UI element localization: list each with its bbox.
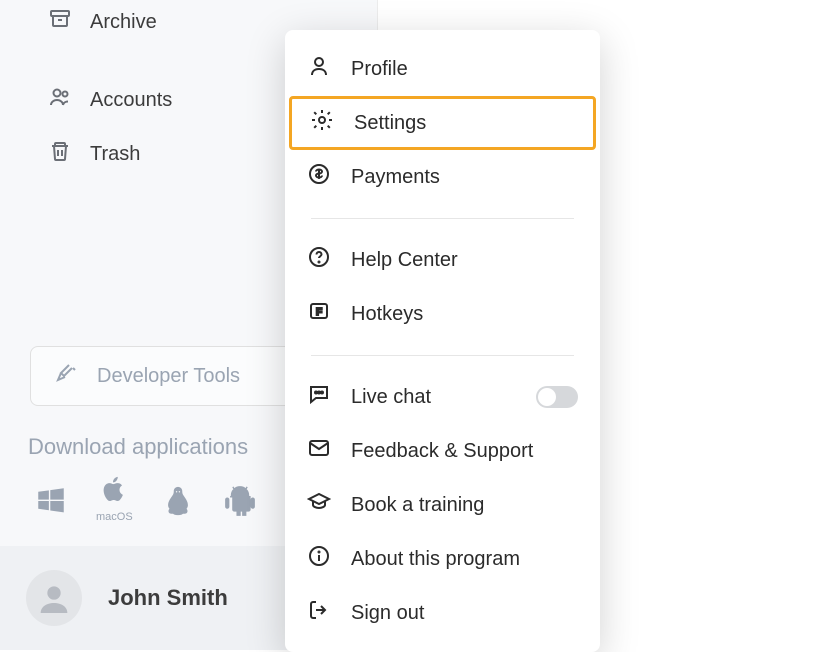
training-icon [307, 490, 331, 520]
chat-icon [307, 382, 331, 412]
user-name: John Smith [108, 585, 228, 611]
download-macos[interactable]: macOS [96, 474, 133, 523]
help-icon [307, 245, 331, 275]
menu-item-label: Live chat [351, 386, 431, 409]
profile-icon [307, 54, 331, 84]
menu-item-live-chat[interactable]: Live chat [285, 370, 600, 424]
menu-item-label: About this program [351, 548, 520, 571]
devtools-icon [55, 362, 79, 391]
menu-item-about[interactable]: About this program [285, 532, 600, 586]
download-windows[interactable] [34, 484, 68, 523]
developer-tools-label: Developer Tools [97, 365, 240, 388]
menu-separator [311, 218, 574, 219]
download-android[interactable] [223, 484, 257, 523]
menu-item-profile[interactable]: Profile [285, 42, 600, 96]
sign-out-icon [307, 598, 331, 628]
windows-icon [34, 484, 68, 523]
menu-item-label: Payments [351, 166, 440, 189]
menu-item-settings[interactable]: Settings [289, 96, 596, 150]
linux-icon [161, 484, 195, 523]
download-heading: Download applications [28, 434, 248, 460]
info-icon [307, 544, 331, 574]
sidebar-item-label: Accounts [90, 89, 172, 112]
menu-item-label: Book a training [351, 494, 484, 517]
download-platforms: macOS i [34, 474, 290, 523]
menu-item-feedback[interactable]: Feedback & Support [285, 424, 600, 478]
settings-icon [310, 108, 334, 138]
menu-separator [311, 355, 574, 356]
sidebar-item-label: Trash [90, 143, 140, 166]
platform-label: macOS [96, 511, 133, 523]
trash-icon [48, 139, 72, 169]
payments-icon [307, 162, 331, 192]
archive-icon [48, 7, 72, 37]
feedback-icon [307, 436, 331, 466]
menu-item-help-center[interactable]: Help Center [285, 233, 600, 287]
hotkeys-icon: F [307, 299, 331, 329]
avatar [26, 570, 82, 626]
menu-item-book-training[interactable]: Book a training [285, 478, 600, 532]
menu-item-hotkeys[interactable]: F Hotkeys [285, 287, 600, 341]
menu-item-label: Hotkeys [351, 303, 423, 326]
menu-item-label: Settings [354, 112, 426, 135]
menu-item-label: Help Center [351, 249, 458, 272]
menu-item-sign-out[interactable]: Sign out [285, 586, 600, 640]
accounts-icon [48, 85, 72, 115]
apple-icon [99, 474, 129, 509]
menu-item-label: Sign out [351, 602, 424, 625]
user-menu: Profile Settings Payments Help Center F … [285, 30, 600, 652]
live-chat-toggle[interactable] [536, 386, 578, 408]
svg-text:F: F [316, 307, 322, 318]
menu-item-payments[interactable]: Payments [285, 150, 600, 204]
sidebar-item-label: Archive [90, 11, 157, 34]
download-linux[interactable] [161, 484, 195, 523]
menu-item-label: Profile [351, 58, 408, 81]
android-icon [223, 484, 257, 523]
menu-item-label: Feedback & Support [351, 440, 533, 463]
